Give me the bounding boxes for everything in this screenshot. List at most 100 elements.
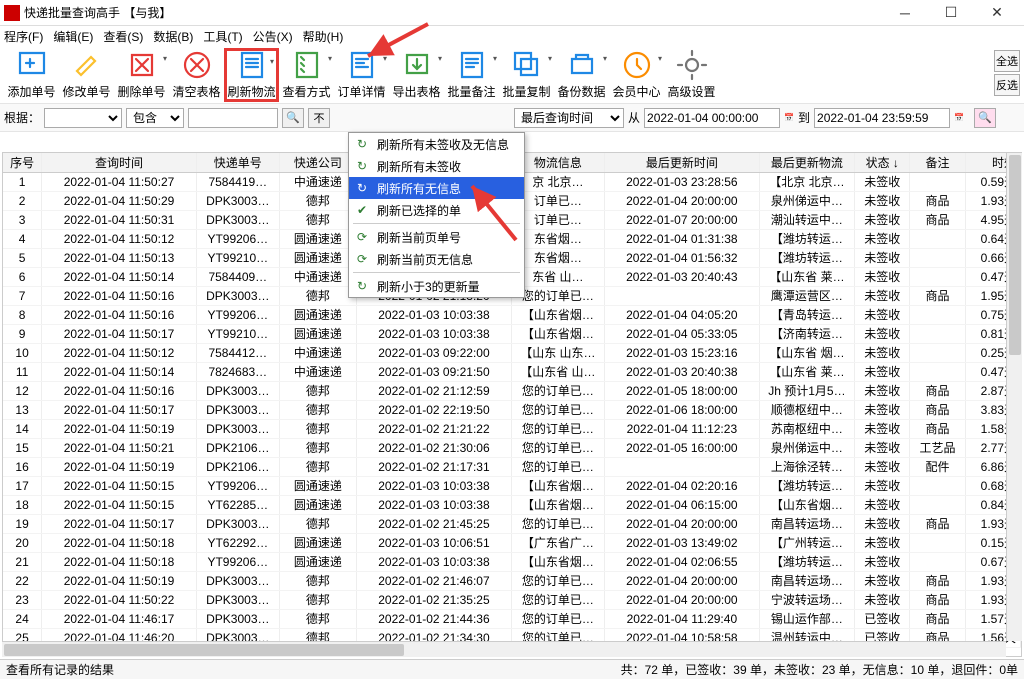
table-row[interactable]: 152022-01-04 11:50:21DPK2106…德邦2022-01-0… [3,438,1021,457]
table-row[interactable]: 102022-01-04 11:50:127584412…中通速递2022-01… [3,343,1021,362]
cell [910,343,965,362]
from-datetime[interactable] [644,108,780,128]
cell: 上海徐泾转… [759,457,854,476]
table-row[interactable]: 122022-01-04 11:50:16DPK3003…德邦2022-01-0… [3,381,1021,400]
toolbar-backup-button[interactable]: 备份数据▾ [554,48,609,102]
cell: 宁波转运场… [759,590,854,609]
column-header[interactable]: 状态 ↓ [855,153,910,172]
to-datetime[interactable] [814,108,950,128]
menu-item[interactable]: 帮助(H) [303,28,344,45]
column-header[interactable]: 快递单号 [196,153,279,172]
menubar: 程序(F) 编辑(E) 查看(S) 数据(B) 工具(T) 公告(X) 帮助(H) [0,26,1024,46]
cell: 商品 [910,400,965,419]
cell: 24 [3,609,42,628]
cell: DPK3003… [196,609,279,628]
menu-item[interactable]: ✔刷新已选择的单 [349,199,524,221]
vertical-scrollbar[interactable] [1006,153,1022,641]
cell: 2022-01-03 10:03:38 [357,305,512,324]
toolbar-detail-button[interactable]: 订单详情▾ [334,48,389,102]
table-row[interactable]: 132022-01-04 11:50:17DPK3003…德邦2022-01-0… [3,400,1021,419]
rule-select[interactable]: 包含 [126,108,184,128]
cell: 未签收 [855,457,910,476]
table-row[interactable]: 82022-01-04 11:50:16YT99206…圆通速递2022-01-… [3,305,1021,324]
cell: 潮汕转运中… [759,210,854,229]
table-row[interactable]: 232022-01-04 11:50:22DPK3003…德邦2022-01-0… [3,590,1021,609]
table-row[interactable]: 202022-01-04 11:50:18YT62292…圆通速递2022-01… [3,533,1021,552]
cell: 您的订单已… [511,609,604,628]
cell: YT62285… [196,495,279,514]
toolbar-copy-button[interactable]: 批量复制▾ [499,48,554,102]
cell: DPK3003… [196,571,279,590]
maximize-button[interactable]: ☐ [928,0,974,26]
cell: 22 [3,571,42,590]
cell: YT99206… [196,305,279,324]
column-header[interactable]: 序号 [3,153,42,172]
menu-item[interactable]: 查看(S) [103,28,143,45]
column-header[interactable]: 最后更新时间 [605,153,760,172]
table-row[interactable]: 182022-01-04 11:50:15YT62285…圆通速递2022-01… [3,495,1021,514]
cell: 【山东省烟… [511,495,604,514]
table-row[interactable]: 112022-01-04 11:50:147824683…中通速递2022-01… [3,362,1021,381]
cell: 2022-01-04 20:00:00 [605,590,760,609]
field-select[interactable] [44,108,122,128]
toolbar-vip-button[interactable]: 会员中心▾ [609,48,664,102]
invert-selection-button[interactable]: 反选 [994,74,1020,96]
table-row[interactable]: 212022-01-04 11:50:18YT99206…圆通速递2022-01… [3,552,1021,571]
menu-item[interactable]: ↻刷新所有未签收及无信息 [349,133,524,155]
toolbar-edit-button[interactable]: 修改单号 [59,48,114,102]
column-header[interactable]: 物流信息 [511,153,604,172]
menu-item[interactable]: 工具(T) [203,28,242,45]
menu-item[interactable]: 数据(B) [153,28,193,45]
horizontal-scrollbar[interactable] [2,641,1006,657]
cell: 【北京 北京… [759,172,854,191]
toolbar-refresh-button[interactable]: 刷新物流▾ [224,48,279,102]
toolbar-note-button[interactable]: 批量备注▾ [444,48,499,102]
search-input[interactable] [188,108,278,128]
menu-item[interactable]: 公告(X) [253,28,293,45]
neg-button[interactable]: 不 [308,108,330,128]
table-row[interactable]: 242022-01-04 11:46:17DPK3003…德邦2022-01-0… [3,609,1021,628]
search-button[interactable]: 🔍 [282,108,304,128]
toolbar-label: 备份数据 [557,83,605,100]
calendar-icon[interactable]: 📅 [954,113,964,122]
menu-item[interactable]: ⟳刷新当前页单号 [349,226,524,248]
calendar-icon[interactable]: 📅 [784,113,794,122]
minimize-button[interactable]: ─ [882,0,928,26]
column-header[interactable]: 备注 [910,153,965,172]
cell: 2022-01-04 11:50:19 [42,457,197,476]
menu-item[interactable]: ↻刷新小于3的更新量 [349,275,524,297]
time-field-select[interactable]: 最后查询时间 [514,108,624,128]
toolbar-del-button[interactable]: 删除单号▾ [114,48,169,102]
menu-item[interactable]: ⟳刷新当前页无信息 [349,248,524,270]
close-button[interactable]: ✕ [974,0,1020,26]
toolbar-export-button[interactable]: 导出表格▾ [389,48,444,102]
toolbar-add-button[interactable]: 添加单号 [4,48,59,102]
table-row[interactable]: 162022-01-04 11:50:19DPK2106…德邦2022-01-0… [3,457,1021,476]
menu-item[interactable]: ↻刷新所有无信息 [349,177,524,199]
menu-item-label: 刷新所有未签收及无信息 [377,136,509,153]
cell: 未签收 [855,495,910,514]
window-title: 快递批量查询高手 【与我】 [24,4,882,21]
toolbar-clear-button[interactable]: 清空表格 [169,48,224,102]
cell: 【广东省广… [511,533,604,552]
table-row[interactable]: 92022-01-04 11:50:17YT99210…圆通速递2022-01-… [3,324,1021,343]
cell: YT99206… [196,552,279,571]
table-row[interactable]: 172022-01-04 11:50:15YT99206…圆通速递2022-01… [3,476,1021,495]
cell: 2022-01-04 11:50:29 [42,191,197,210]
cell: 12 [3,381,42,400]
table-row[interactable]: 222022-01-04 11:50:19DPK3003…德邦2022-01-0… [3,571,1021,590]
table-row[interactable]: 192022-01-04 11:50:17DPK3003…德邦2022-01-0… [3,514,1021,533]
menu-item[interactable]: 程序(F) [4,28,43,45]
column-header[interactable]: 快递公司 [279,153,356,172]
del-icon [126,49,158,81]
column-header[interactable]: 最后更新物流 [759,153,854,172]
filter-search-button[interactable]: 🔍 [974,108,996,128]
cell: 2022-01-04 11:50:17 [42,514,197,533]
menu-item[interactable]: 编辑(E) [53,28,93,45]
menu-item[interactable]: ↻刷新所有未签收 [349,155,524,177]
toolbar-settings-button[interactable]: 高级设置 [664,48,719,102]
column-header[interactable]: 查询时间 [42,153,197,172]
toolbar-view-button[interactable]: 查看方式▾ [279,48,334,102]
select-all-button[interactable]: 全选 [994,50,1020,72]
table-row[interactable]: 142022-01-04 11:50:19DPK3003…德邦2022-01-0… [3,419,1021,438]
